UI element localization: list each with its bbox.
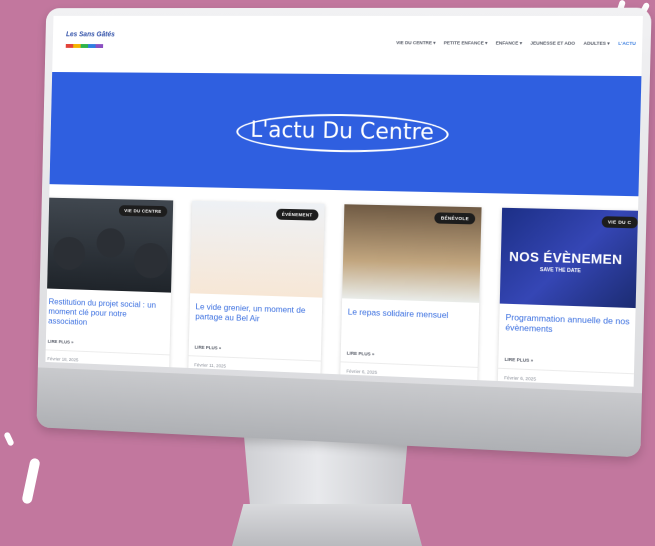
read-more-link[interactable]: LIRE PLUS » (347, 351, 375, 357)
category-badge[interactable]: BÉNÉVOLE (435, 212, 476, 224)
page-title: L'actu Du Centre (236, 113, 449, 154)
article-grid: VIE DU CENTRE Restitution du projet soci… (45, 198, 638, 387)
menu-item-enfance[interactable]: ENFANCE ▾ (496, 40, 522, 46)
logo-color-bar (66, 44, 103, 48)
menu-item-vie-du-centre[interactable]: VIE DU CENTRE ▾ (396, 40, 436, 46)
card-divider (189, 355, 321, 361)
article-card[interactable]: ÉVÉNEMENT Le vide grenier, un moment de … (188, 201, 324, 380)
read-more-link[interactable]: LIRE PLUS » (48, 339, 74, 345)
category-badge[interactable]: VIE DU C (601, 216, 638, 228)
read-more-link[interactable]: LIRE PLUS » (195, 345, 222, 351)
article-date: Février 11, 2025 (194, 362, 226, 368)
site-logo[interactable]: Les Sans Gâtés (66, 31, 104, 52)
website-screen: Les Sans Gâtés VIE DU CENTRE ▾ PETITE EN… (45, 16, 643, 387)
article-date: Février 6, 2025 (346, 369, 377, 375)
article-card[interactable]: NOS ÉVÈNEMEN SAVE THE DATE VIE DU C Prog… (498, 208, 643, 387)
article-date: Février 18, 2025 (47, 356, 78, 362)
card-divider (498, 368, 640, 375)
menu-item-adultes[interactable]: ADULTES ▾ (583, 41, 609, 47)
menu-item-jeunesse-et-ado[interactable]: JEUNESSE ET ADO (530, 41, 575, 47)
hero-banner: L'actu Du Centre (50, 72, 642, 196)
article-title[interactable]: Programmation annuelle de nos évènements (505, 312, 635, 337)
image-headline: NOS ÉVÈNEMEN (509, 249, 623, 268)
image-subline: SAVE THE DATE (540, 267, 581, 274)
monitor-foot (232, 504, 422, 546)
menu-item-actu[interactable]: L'ACTU (618, 41, 636, 47)
article-title[interactable]: Restitution du projet social : un moment… (48, 296, 165, 329)
article-title[interactable]: Le repas solidaire mensuel (348, 307, 473, 321)
category-badge[interactable]: ÉVÉNEMENT (276, 209, 319, 221)
menu-item-petite-enfance[interactable]: PETITE ENFANCE ▾ (444, 40, 488, 46)
article-title[interactable]: Le vide grenier, un moment de partage au… (195, 301, 316, 325)
read-more-link[interactable]: LIRE PLUS » (504, 357, 533, 363)
monitor-stand (244, 436, 408, 512)
category-badge[interactable]: VIE DU CENTRE (118, 205, 167, 217)
logo-lettering: Les Sans Gâtés (66, 31, 115, 38)
imac-mockup: Les Sans Gâtés VIE DU CENTRE ▾ PETITE EN… (0, 0, 655, 546)
main-menu: VIE DU CENTRE ▾ PETITE ENFANCE ▾ ENFANCE… (396, 40, 636, 47)
card-divider (341, 361, 478, 368)
article-card[interactable]: VIE DU CENTRE Restitution du projet soci… (45, 198, 173, 373)
card-divider (45, 349, 169, 355)
article-date: Février 6, 2025 (504, 375, 536, 381)
monitor: Les Sans Gâtés VIE DU CENTRE ▾ PETITE EN… (36, 8, 651, 458)
site-header: Les Sans Gâtés VIE DU CENTRE ▾ PETITE EN… (52, 16, 643, 77)
article-card[interactable]: BÉNÉVOLE Le repas solidaire mensuel LIRE… (340, 204, 481, 386)
